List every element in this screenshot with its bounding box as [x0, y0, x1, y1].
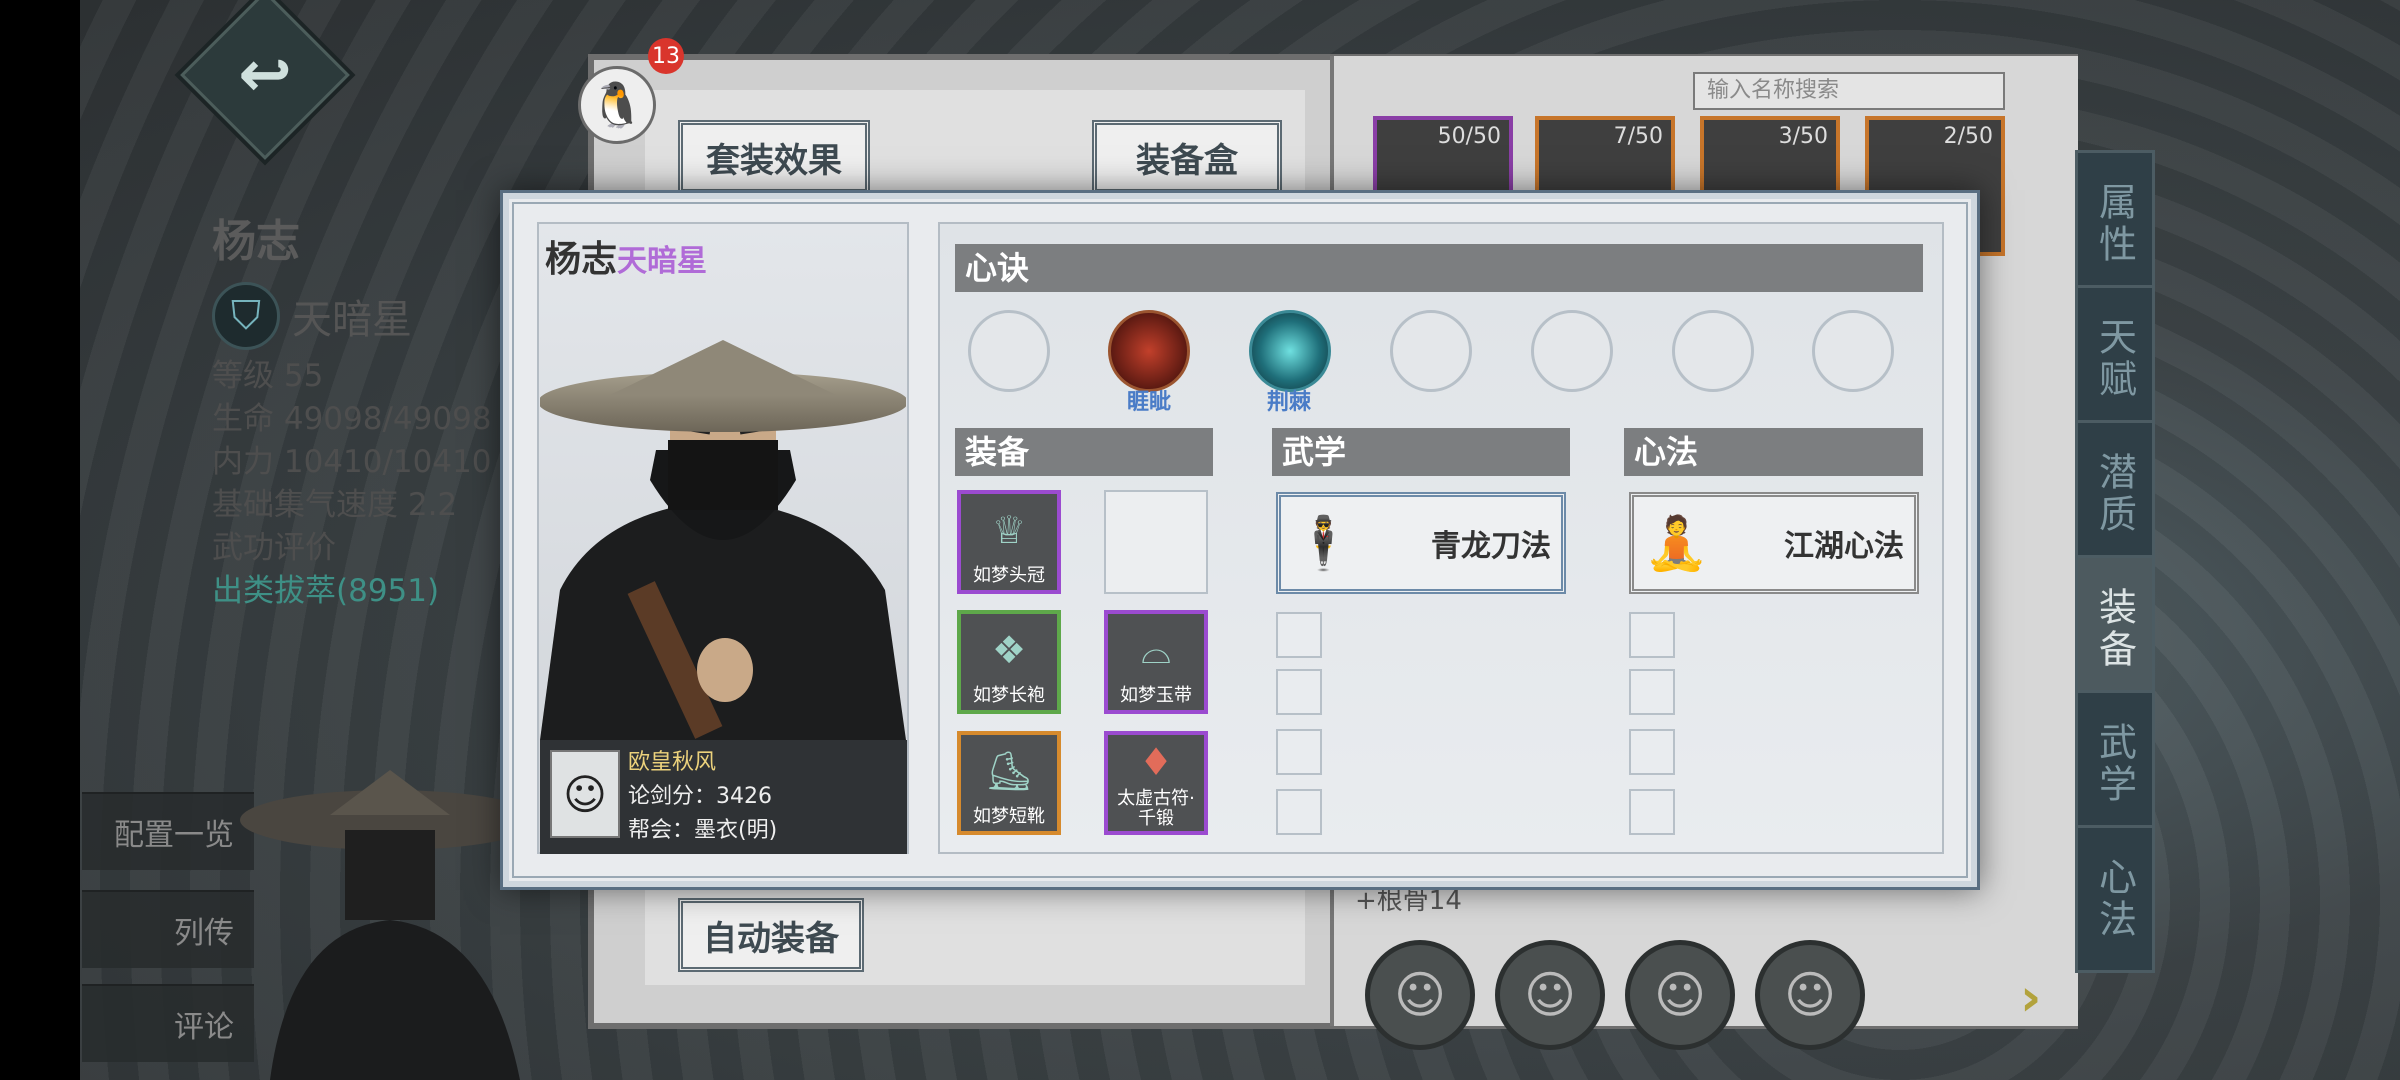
martial-art-card[interactable]: 🕴 青龙刀法: [1276, 492, 1566, 594]
modal-hero-name: 杨志天暗星: [545, 230, 707, 282]
biography-button[interactable]: 列传: [82, 890, 254, 968]
tab-martial-arts[interactable]: 武学: [2075, 690, 2155, 838]
tab-talent[interactable]: 天赋: [2075, 285, 2155, 433]
owner-name: 欧皇秋风: [628, 750, 717, 775]
qq-penguin-icon[interactable]: 🐧: [578, 66, 656, 144]
xinjue-slot-empty[interactable]: [1531, 310, 1613, 392]
xinjue-slot-empty[interactable]: [1812, 310, 1894, 392]
mental-art-subslot[interactable]: [1629, 789, 1675, 835]
tab-potential[interactable]: 潜质: [2075, 420, 2155, 568]
hero-portrait-art: [540, 340, 906, 740]
shield-icon: ⛉: [212, 282, 280, 350]
equip-slot-robe[interactable]: ❖ 如梦长袍: [957, 610, 1061, 714]
back-arrow-icon[interactable]: ↩: [225, 35, 305, 115]
tab-mental-arts[interactable]: 心法: [2075, 825, 2155, 973]
equip-slot-boots[interactable]: ⛸ 如梦短靴: [957, 731, 1061, 835]
owner-score: 论剑分：3426: [628, 784, 772, 809]
rating-value: 出类拔萃(8951): [212, 573, 440, 609]
star-row: ⛉ 天暗星: [212, 282, 412, 350]
meditating-monk-icon: 🧘: [1644, 513, 1709, 574]
auto-equip-button[interactable]: 自动装备: [678, 898, 864, 972]
mp-stat: 内力 10410/10410: [212, 444, 492, 480]
martial-art-subslot[interactable]: [1276, 612, 1322, 658]
tab-attributes[interactable]: 属性: [2075, 150, 2155, 298]
owner-avatar: ☺: [550, 750, 620, 838]
mental-art-subslot[interactable]: [1629, 669, 1675, 715]
martial-art-subslot[interactable]: [1276, 669, 1322, 715]
swordsman-icon: 🕴: [1291, 513, 1356, 574]
hero-portrait[interactable]: ☺: [1495, 940, 1605, 1050]
xinfa-header: 心法: [1624, 428, 1923, 476]
notification-badge: 13: [648, 38, 684, 74]
xinjue-label-yazi: 睚眦: [1127, 390, 1172, 415]
wuxue-header: 武学: [1272, 428, 1570, 476]
config-overview-button[interactable]: 配置一览: [82, 792, 254, 870]
modal-hero-star: 天暗星: [617, 244, 708, 279]
comments-button[interactable]: 评论: [82, 984, 254, 1062]
xinjue-label-jingji: 荆棘: [1267, 390, 1312, 415]
martial-art-name: 青龙刀法: [1431, 529, 1551, 564]
hp-stat: 生命 49098/49098: [212, 401, 492, 437]
robe-icon: ❖: [991, 628, 1027, 672]
martial-art-subslot[interactable]: [1276, 789, 1322, 835]
set-effect-button[interactable]: 套装效果: [678, 120, 870, 194]
hero-portrait[interactable]: ☺: [1625, 940, 1735, 1050]
level-stat: 等级 55: [212, 358, 324, 394]
equip-name: 太虚古符·千锻: [1117, 788, 1195, 829]
xinjue-header: 心诀: [955, 244, 1923, 292]
xinjue-slot-empty[interactable]: [1390, 310, 1472, 392]
equip-name: 如梦玉带: [1120, 685, 1192, 706]
hero-portrait[interactable]: ☺: [1365, 940, 1475, 1050]
qi-speed-stat: 基础集气速度 2.2: [212, 487, 458, 523]
equip-header: 装备: [955, 428, 1213, 476]
martial-art-subslot[interactable]: [1276, 729, 1322, 775]
equip-slot-empty[interactable]: [1104, 490, 1208, 594]
mental-art-subslot[interactable]: [1629, 612, 1675, 658]
belt-icon: ⌓: [1140, 628, 1172, 672]
xinjue-slot-jingji[interactable]: [1249, 310, 1331, 392]
equip-name: 如梦短靴: [973, 806, 1045, 827]
owner-guild: 帮会：墨衣(明): [628, 818, 778, 843]
screen-notch-bar: [0, 0, 80, 1080]
xinjue-slot-empty[interactable]: [1672, 310, 1754, 392]
star-name: 天暗星: [292, 297, 412, 343]
mental-art-subslot[interactable]: [1629, 729, 1675, 775]
crown-icon: ♕: [991, 508, 1027, 552]
tab-equipment[interactable]: 装备: [2075, 555, 2155, 703]
next-page-arrow-icon[interactable]: ›: [2020, 968, 2041, 1028]
boots-icon: ⛸: [984, 749, 1034, 793]
hero-name: 杨志: [212, 216, 300, 267]
modal-hero-name-text: 杨志: [545, 239, 618, 280]
rating-label: 武功评价: [212, 530, 336, 566]
search-input[interactable]: 输入名称搜索: [1693, 72, 2005, 110]
xinjue-slot-empty[interactable]: [968, 310, 1050, 392]
equip-slot-talisman[interactable]: ♦ 太虚古符·千锻: [1104, 731, 1208, 835]
talisman-icon: ♦: [1138, 740, 1174, 784]
equip-box-button[interactable]: 装备盒: [1092, 120, 1282, 194]
equip-name: 如梦头冠: [973, 565, 1045, 586]
mental-art-card[interactable]: 🧘 江湖心法: [1629, 492, 1919, 594]
equip-slot-head[interactable]: ♕ 如梦头冠: [957, 490, 1061, 594]
mental-art-name: 江湖心法: [1784, 529, 1904, 564]
equip-name: 如梦长袍: [973, 685, 1045, 706]
equip-slot-belt[interactable]: ⌓ 如梦玉带: [1104, 610, 1208, 714]
xinjue-slot-yazi[interactable]: [1108, 310, 1190, 392]
hero-portrait[interactable]: ☺: [1755, 940, 1865, 1050]
